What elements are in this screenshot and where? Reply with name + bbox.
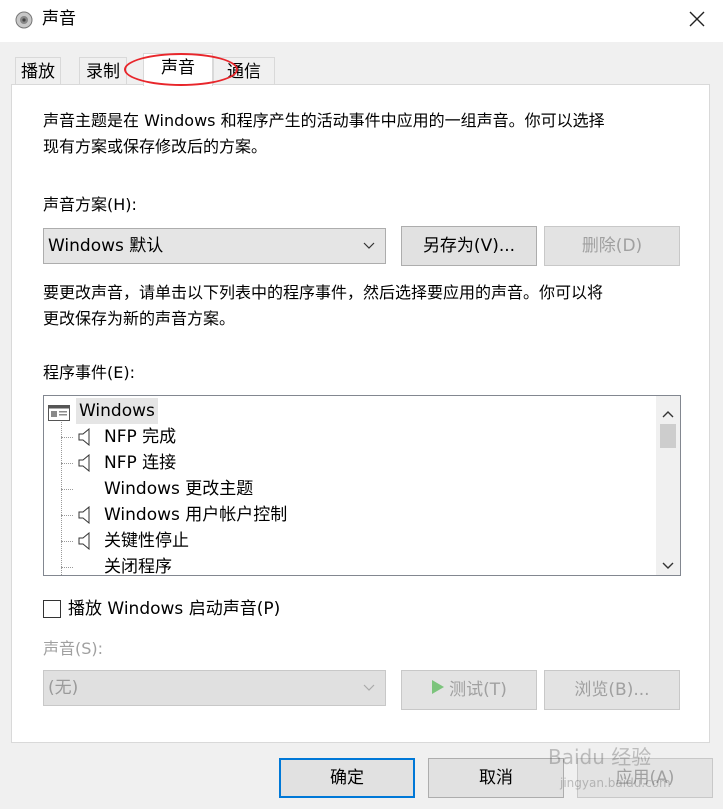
sound-label: 声音(S): (43, 639, 104, 658)
list-item-label: 关键性停止 (104, 531, 189, 551)
chevron-up-icon[interactable] (662, 404, 674, 423)
tab-playback[interactable]: 播放 (15, 57, 61, 85)
startup-sound-checkbox[interactable] (43, 600, 61, 618)
window-icon (48, 403, 70, 429)
change-text-line2: 更改保存为新的声音方案。 (43, 309, 236, 328)
scrollbar-thumb[interactable] (660, 424, 676, 448)
window-title: 声音 (42, 9, 76, 29)
startup-sound-label[interactable]: 播放 Windows 启动声音(P) (68, 596, 280, 622)
sound-dropdown[interactable]: (无) (43, 670, 386, 706)
list-item-label: 关闭程序 (104, 557, 172, 576)
baidu-watermark-url: jingyan.baidu.com (560, 776, 671, 790)
save-as-button[interactable]: 另存为(V)... (401, 226, 537, 266)
list-item-label: Windows 更改主题 (104, 479, 254, 499)
sound-value: (无) (48, 678, 79, 698)
speaker-icon (78, 531, 92, 558)
chevron-down-icon (363, 671, 375, 717)
list-item-label: Windows 用户帐户控制 (104, 505, 288, 525)
title-bar (0, 0, 723, 42)
ok-button[interactable]: 确定 (279, 758, 415, 798)
speaker-icon (78, 505, 92, 532)
list-item-label: NFP 连接 (104, 453, 177, 473)
test-label: 测试(T) (449, 680, 507, 700)
intro-text-line1: 声音主题是在 Windows 和程序产生的活动事件中应用的一组声音。你可以选择 (43, 111, 605, 130)
speaker-icon (78, 453, 92, 480)
program-events-list[interactable]: Windows NFP 完成 NFP 连接 Windows 更改主题 Windo… (43, 395, 681, 576)
list-item-label: Windows (76, 398, 158, 424)
sound-scheme-label: 声音方案(H): (43, 195, 137, 214)
vertical-scrollbar[interactable] (656, 396, 680, 575)
close-icon (689, 11, 705, 27)
intro-text-line2: 现有方案或保存修改后的方案。 (43, 137, 268, 156)
baidu-watermark: Baidu 经验 (548, 745, 652, 769)
sound-scheme-value: Windows 默认 (48, 236, 164, 256)
cancel-button[interactable]: 取消 (428, 758, 564, 798)
speaker-icon (78, 427, 92, 454)
highlight-oval (124, 53, 238, 86)
tab-recording[interactable]: 录制 (79, 57, 127, 85)
speaker-app-icon (14, 10, 34, 30)
play-icon (431, 671, 445, 709)
test-button[interactable]: 测试(T) (401, 670, 537, 710)
browse-button[interactable]: 浏览(B)... (544, 670, 680, 710)
delete-button[interactable]: 删除(D) (544, 226, 680, 266)
chevron-down-icon (363, 229, 375, 275)
change-text-line1: 要更改声音，请单击以下列表中的程序事件，然后选择要应用的声音。你可以将 (43, 283, 604, 302)
sound-scheme-dropdown[interactable]: Windows 默认 (43, 228, 386, 264)
close-button[interactable] (676, 0, 718, 38)
chevron-down-icon[interactable] (662, 556, 674, 575)
list-item-label: NFP 完成 (104, 427, 177, 447)
program-events-label: 程序事件(E): (43, 363, 135, 382)
